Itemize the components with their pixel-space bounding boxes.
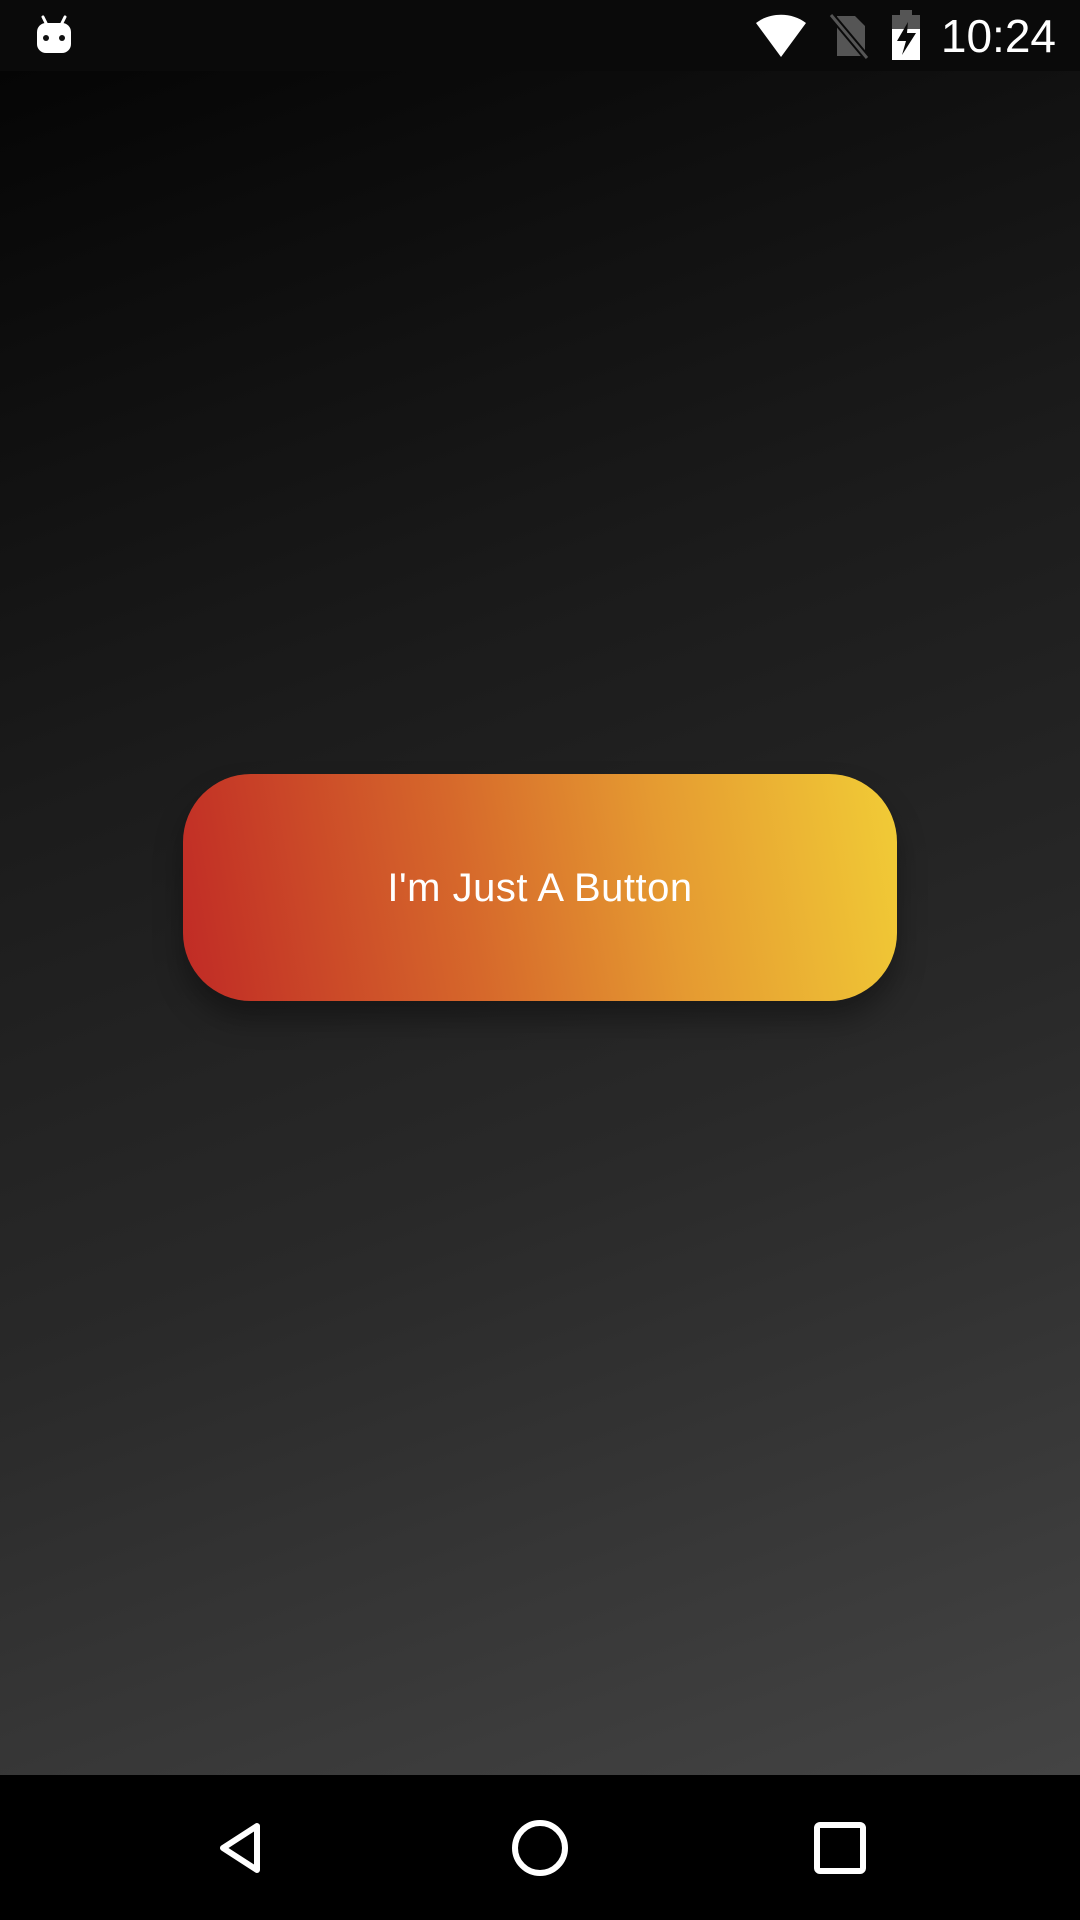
main-content: I'm Just A Button — [0, 71, 1080, 1775]
home-icon — [512, 1820, 568, 1876]
recents-icon — [814, 1822, 866, 1874]
navigation-bar — [0, 1775, 1080, 1920]
status-time: 10:24 — [940, 10, 1056, 62]
home-button[interactable] — [488, 1796, 592, 1900]
back-button[interactable] — [189, 1796, 293, 1900]
no-sim-icon — [827, 8, 871, 64]
gradient-action-button[interactable]: I'm Just A Button — [183, 774, 897, 1001]
android-screen: 10:24 I'm Just A Button — [0, 0, 1080, 1920]
wifi-icon — [753, 8, 809, 64]
status-bar: 10:24 — [0, 0, 1080, 71]
battery-charging-icon — [889, 8, 923, 64]
back-icon — [220, 1823, 260, 1873]
android-notification-icon — [34, 14, 74, 56]
button-label: I'm Just A Button — [387, 865, 693, 910]
status-icons-group: 10:24 — [753, 8, 1056, 64]
recents-button[interactable] — [788, 1796, 892, 1900]
